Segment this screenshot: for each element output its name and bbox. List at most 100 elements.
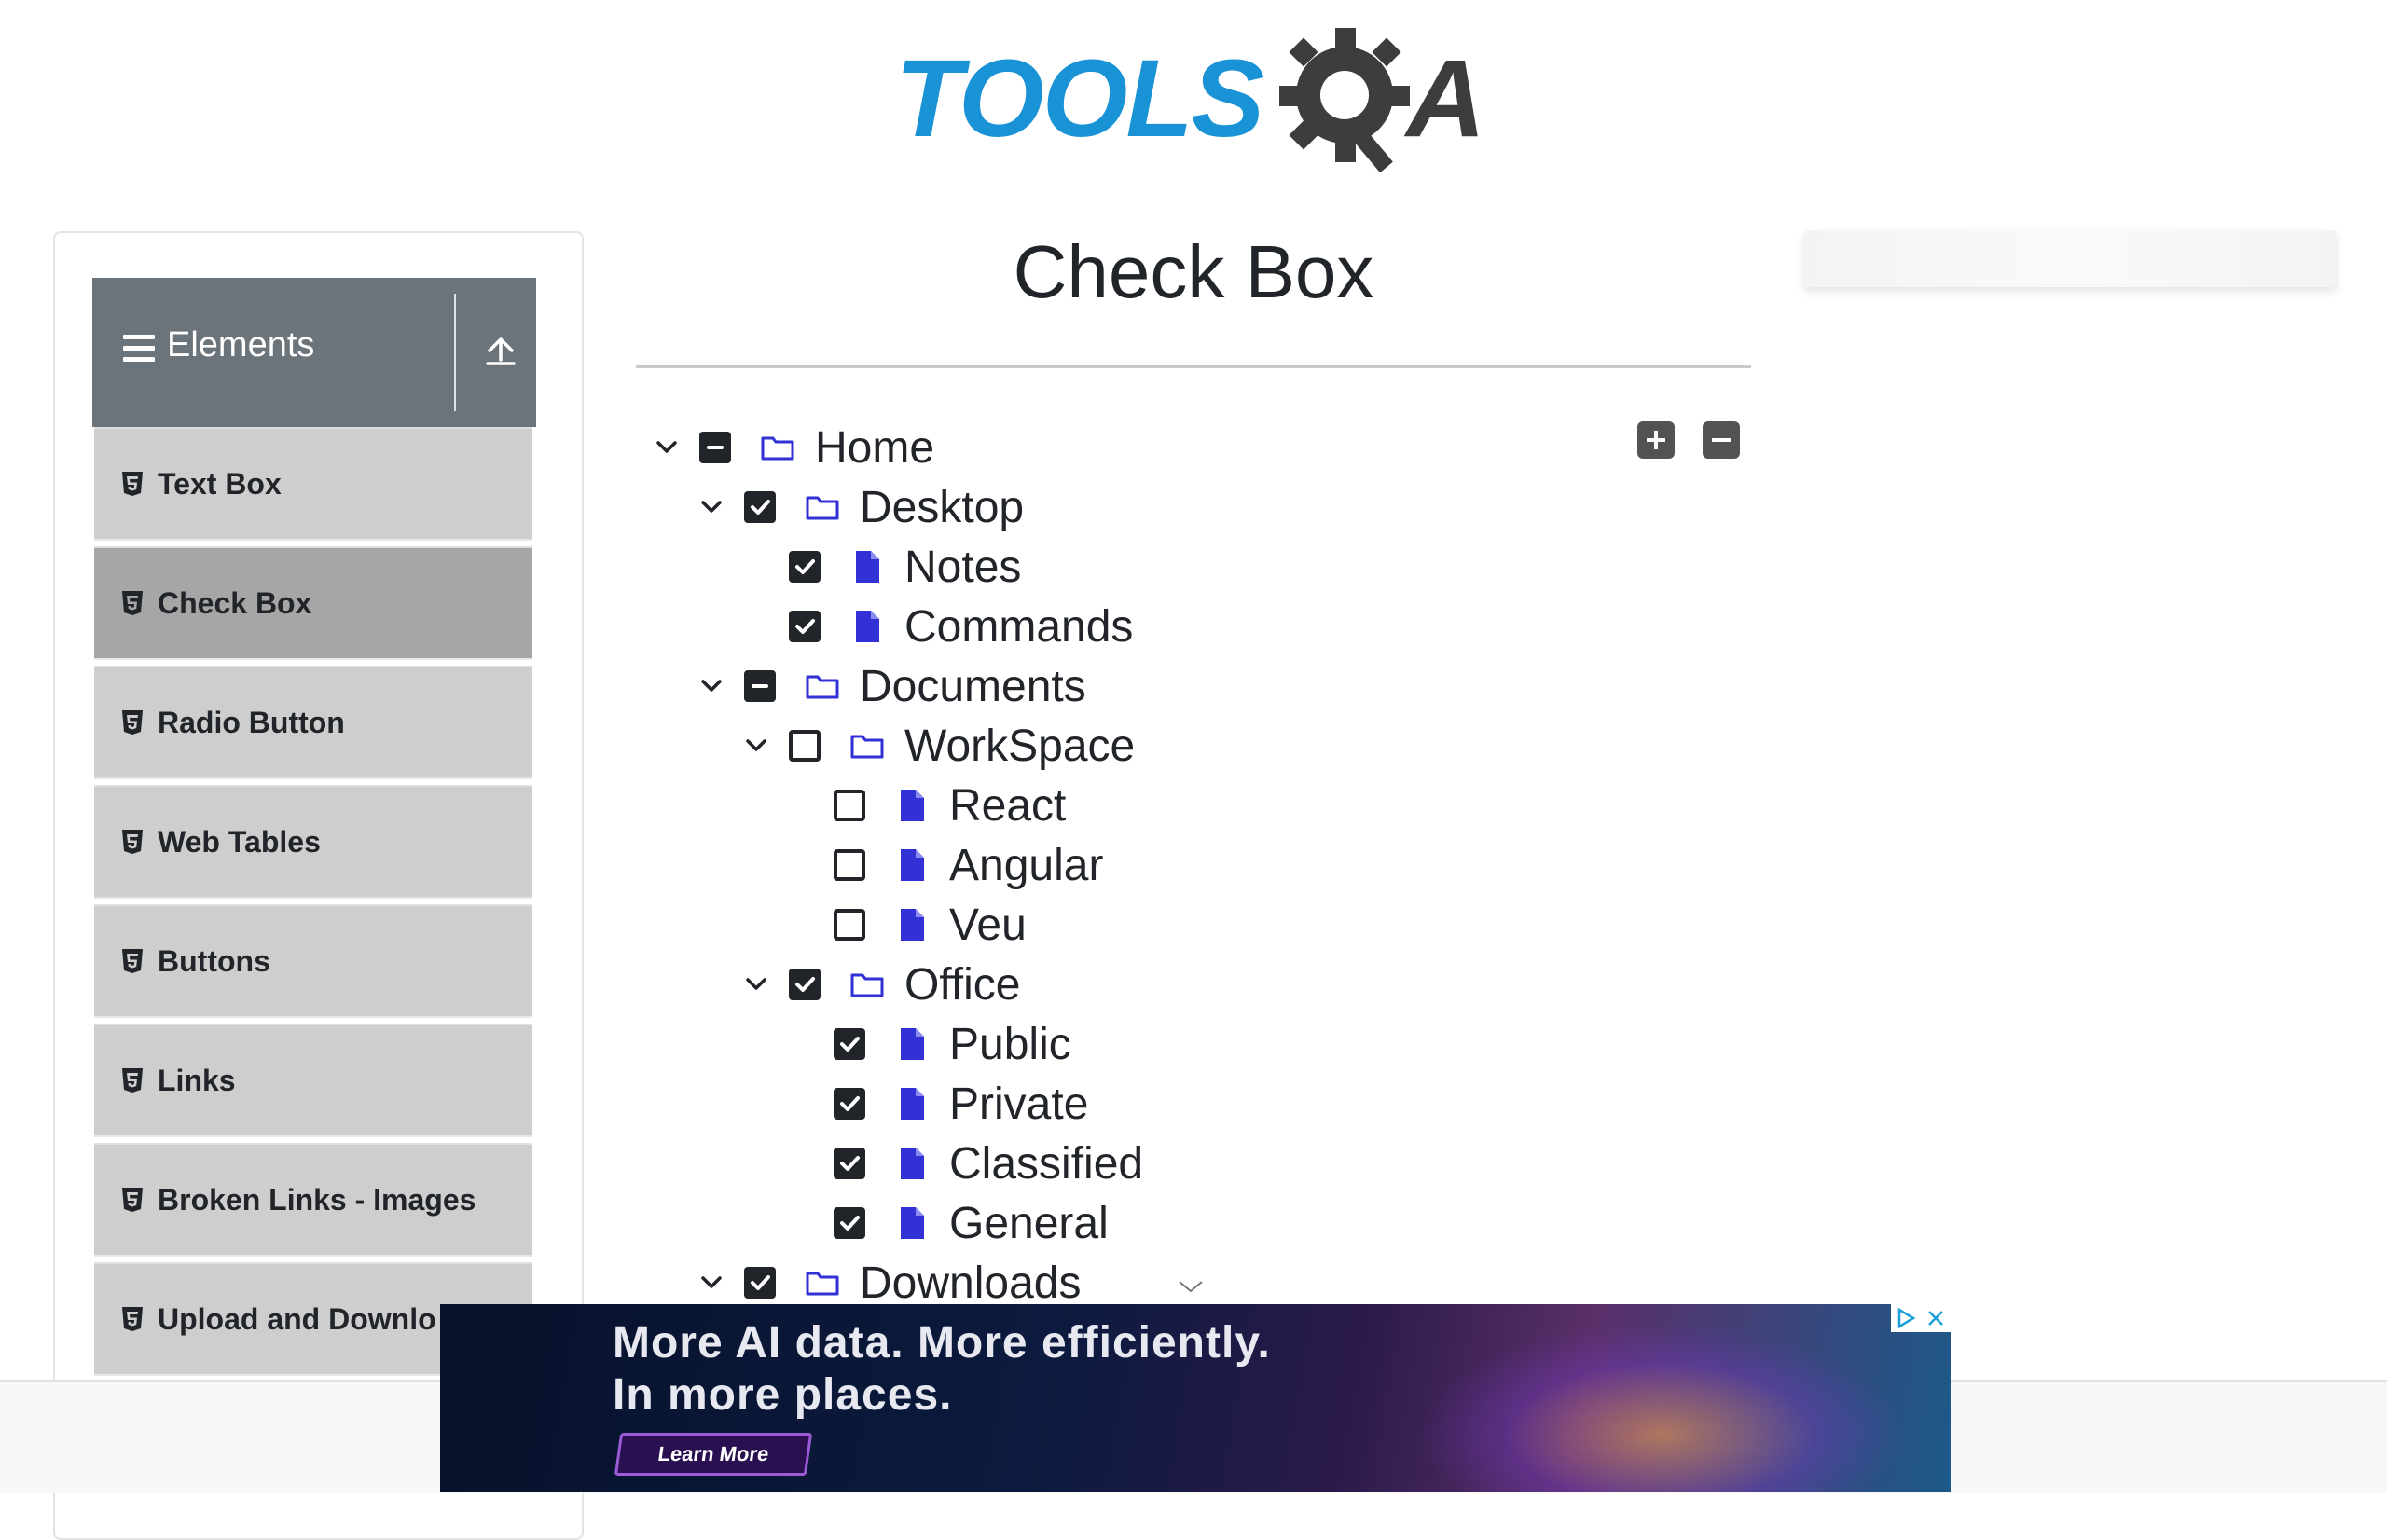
sidebar-item-label: Broken Links - Images bbox=[158, 1182, 476, 1217]
file-icon bbox=[901, 849, 924, 881]
sidebar-item-label: Check Box bbox=[158, 585, 312, 620]
sidebar-item-web-tables[interactable]: Web Tables bbox=[94, 785, 532, 899]
tree-node-label[interactable]: Classified bbox=[949, 1138, 1143, 1189]
html5-icon bbox=[122, 830, 143, 854]
checkbox[interactable] bbox=[834, 1207, 865, 1239]
checkmark-icon bbox=[795, 559, 815, 574]
tree-node-label[interactable]: Veu bbox=[949, 900, 1027, 951]
minus-icon bbox=[1712, 438, 1731, 442]
sidebar-item-label: Buttons bbox=[158, 943, 270, 978]
checkbox[interactable] bbox=[789, 611, 821, 642]
sidebar-item-check-box[interactable]: Check Box bbox=[94, 546, 532, 660]
expand-all-button[interactable] bbox=[1637, 421, 1675, 459]
folder-icon bbox=[806, 1272, 839, 1296]
tree-node-private: Private bbox=[787, 1076, 1088, 1132]
html5-icon bbox=[122, 1307, 143, 1331]
checkbox[interactable] bbox=[834, 1148, 865, 1179]
folder-icon bbox=[850, 973, 884, 997]
checkbox[interactable] bbox=[789, 730, 821, 762]
tree-node-label[interactable]: General bbox=[949, 1198, 1109, 1249]
checkbox[interactable] bbox=[789, 551, 821, 583]
tree-node-notes: Notes bbox=[742, 539, 1021, 595]
tree-node-label[interactable]: Home bbox=[815, 422, 934, 474]
sidebar-item-links[interactable]: Links bbox=[94, 1024, 532, 1137]
tree-node-label[interactable]: Desktop bbox=[860, 482, 1024, 533]
close-icon[interactable] bbox=[1921, 1304, 1951, 1332]
banner-ad[interactable]: More AI data. More efficiently. In more … bbox=[440, 1304, 1951, 1492]
indeterminate-icon bbox=[707, 446, 724, 449]
checkmark-icon bbox=[840, 1096, 860, 1111]
sidebar-group-elements[interactable]: Elements bbox=[92, 278, 536, 427]
tree-node-downloads: Downloads bbox=[697, 1255, 1081, 1311]
checkbox[interactable] bbox=[834, 849, 865, 881]
tree-node-label[interactable]: Commands bbox=[904, 601, 1133, 653]
tree-node-general: General bbox=[787, 1195, 1109, 1251]
sidebar-item-label: Web Tables bbox=[158, 824, 321, 859]
sidebar-item-text-box[interactable]: Text Box bbox=[94, 427, 532, 541]
checkbox[interactable] bbox=[699, 432, 731, 463]
tree-node-public: Public bbox=[787, 1016, 1071, 1072]
logo-text-tools: TOOLS bbox=[895, 37, 1264, 160]
tree-node-label[interactable]: Angular bbox=[949, 840, 1103, 891]
checkmark-icon bbox=[840, 1216, 860, 1231]
tree-node-documents: Documents bbox=[697, 658, 1086, 714]
chevron-down-icon[interactable] bbox=[697, 672, 725, 700]
upload-arrow-icon[interactable] bbox=[484, 332, 517, 369]
folder-icon bbox=[850, 735, 884, 759]
checkbox[interactable] bbox=[744, 670, 776, 702]
tree-node-label[interactable]: Public bbox=[949, 1019, 1071, 1070]
checkmark-icon bbox=[840, 1156, 860, 1171]
checkbox[interactable] bbox=[789, 969, 821, 1000]
tree-node-label[interactable]: React bbox=[949, 780, 1066, 832]
folder-icon bbox=[806, 675, 839, 699]
chevron-down-icon bbox=[1179, 1281, 1203, 1293]
tree-node-label[interactable]: Private bbox=[949, 1079, 1088, 1130]
chevron-down-icon[interactable] bbox=[653, 433, 681, 461]
sidebar-item-label: Text Box bbox=[158, 466, 282, 501]
checkbox[interactable] bbox=[744, 491, 776, 523]
checkbox[interactable] bbox=[834, 790, 865, 821]
folder-icon bbox=[806, 496, 839, 520]
file-icon bbox=[901, 1028, 924, 1060]
sidebar-item-broken-links-images[interactable]: Broken Links - Images bbox=[94, 1143, 532, 1257]
page-title: Check Box bbox=[1013, 230, 1374, 313]
tree-node-veu: Veu bbox=[787, 897, 1027, 953]
tree-node-label[interactable]: WorkSpace bbox=[904, 721, 1135, 772]
ad-learn-more-button[interactable]: Learn More bbox=[614, 1433, 813, 1476]
file-icon bbox=[901, 1148, 924, 1179]
sidebar-item-label: Links bbox=[158, 1063, 236, 1097]
checkmark-icon bbox=[840, 1037, 860, 1052]
ad-graphic bbox=[1419, 1323, 1904, 1492]
file-icon bbox=[901, 1207, 924, 1239]
tree-node-label[interactable]: Notes bbox=[904, 542, 1021, 593]
indeterminate-icon bbox=[752, 684, 768, 688]
sidebar-item-radio-button[interactable]: Radio Button bbox=[94, 666, 532, 779]
gear-logo-icon bbox=[1279, 28, 1410, 172]
toolsqa-logo[interactable]: TOOLS A bbox=[895, 28, 1501, 172]
tree-node-label[interactable]: Documents bbox=[860, 661, 1086, 712]
chevron-down-icon[interactable] bbox=[697, 1269, 725, 1297]
html5-icon bbox=[122, 949, 143, 973]
checkbox[interactable] bbox=[834, 1028, 865, 1060]
collapse-all-button[interactable] bbox=[1703, 421, 1740, 459]
sidebar-group-title: Elements bbox=[167, 325, 315, 364]
top-ad-placeholder bbox=[1804, 231, 2336, 287]
checkbox[interactable] bbox=[834, 1088, 865, 1120]
html5-icon bbox=[122, 1068, 143, 1093]
file-icon bbox=[901, 909, 924, 941]
adchoices-icon[interactable] bbox=[1891, 1304, 1921, 1332]
sidebar-item-buttons[interactable]: Buttons bbox=[94, 904, 532, 1018]
tree-node-react: React bbox=[787, 777, 1066, 833]
file-icon bbox=[901, 1088, 924, 1120]
html5-icon bbox=[122, 710, 143, 735]
chevron-down-icon[interactable] bbox=[742, 732, 770, 760]
chevron-down-icon[interactable] bbox=[742, 970, 770, 998]
file-icon bbox=[901, 790, 924, 821]
tree-node-label[interactable]: Downloads bbox=[860, 1258, 1081, 1309]
checkmark-icon bbox=[751, 1275, 770, 1290]
tree-node-label[interactable]: Office bbox=[904, 959, 1021, 1011]
chevron-down-icon[interactable] bbox=[697, 493, 725, 521]
checkbox[interactable] bbox=[834, 909, 865, 941]
file-icon bbox=[856, 611, 879, 642]
checkbox[interactable] bbox=[744, 1267, 776, 1299]
